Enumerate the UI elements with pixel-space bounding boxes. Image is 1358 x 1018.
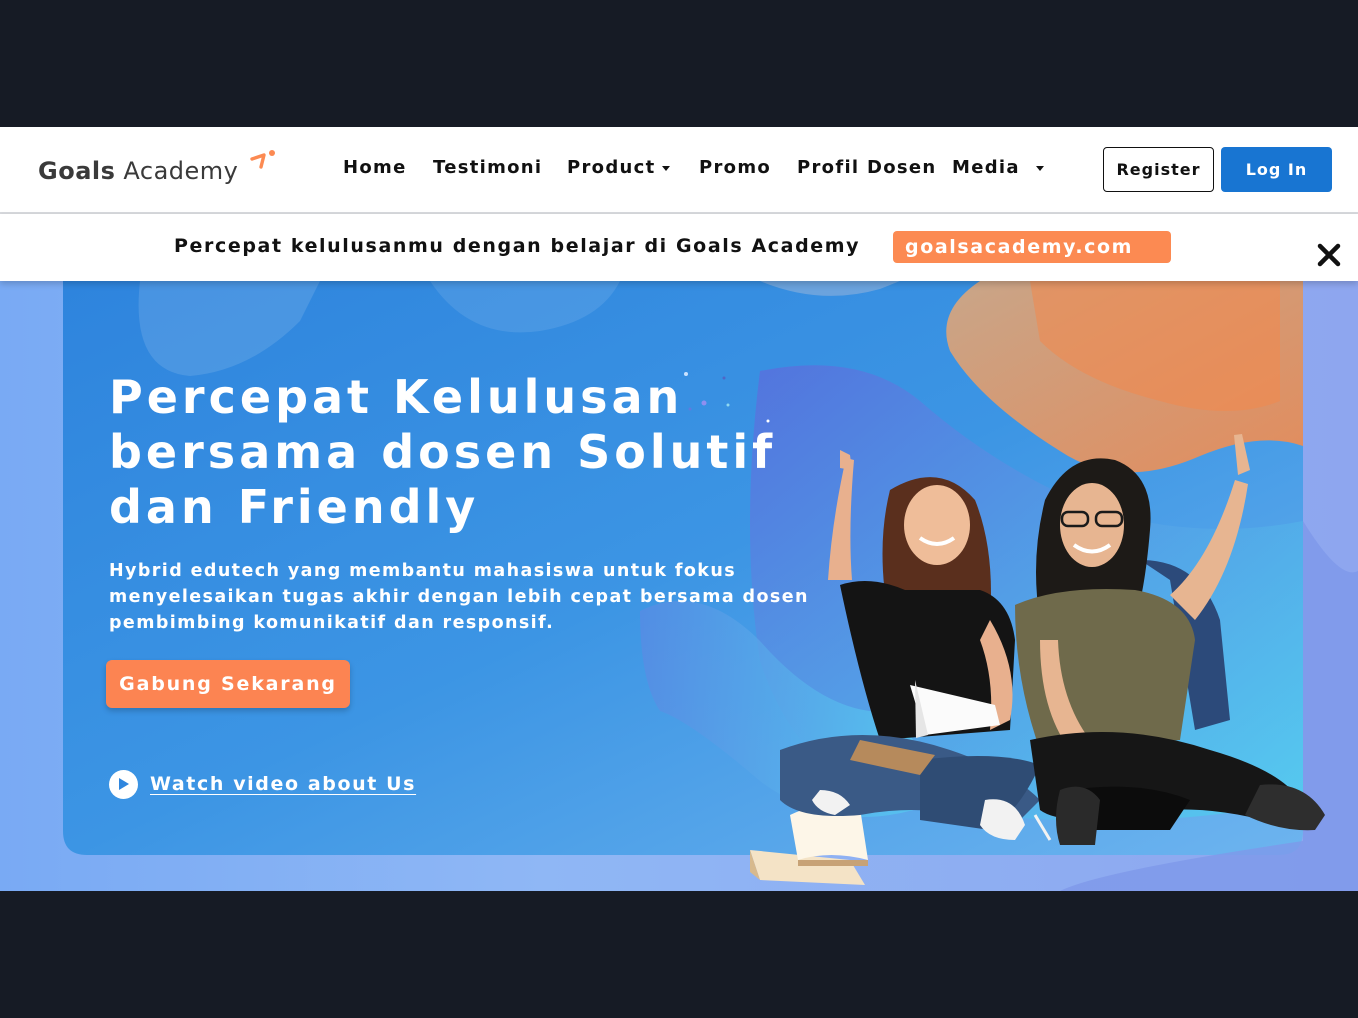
students-illustration (750, 434, 1325, 885)
play-icon (109, 769, 138, 799)
promo-banner: Percepat kelulusanmu dengan belajar di G… (0, 214, 1358, 281)
navbar: Goals Academy Home Testimoni Product Pro… (0, 127, 1358, 214)
hero-title-line: dan Friendly (109, 480, 480, 534)
chevron-down-icon (661, 165, 670, 171)
hero-description: Hybrid edutech yang membantu mahasiswa u… (109, 558, 809, 636)
register-button[interactable]: Register (1103, 147, 1214, 192)
hero-title-line: bersama dosen Solutif (109, 425, 777, 479)
promo-link-button[interactable]: goalsacademy.com (893, 231, 1171, 263)
nav-media-label: Media (952, 157, 1020, 178)
watch-video-label: Watch video about Us (150, 773, 417, 795)
hero-title: Percepat Kelulusan bersama dosen Solutif… (109, 370, 829, 535)
nav-profil-dosen-label: Profil Dosen (797, 157, 937, 178)
nav-home[interactable]: Home (343, 157, 407, 178)
nav-product[interactable]: Product (567, 157, 670, 178)
close-icon[interactable] (1316, 242, 1342, 268)
watch-video-link[interactable]: Watch video about Us (109, 768, 416, 800)
logo-text-academy: Academy (123, 157, 239, 185)
nav-profil-dosen[interactable]: Profil Dosen (797, 157, 937, 178)
login-button[interactable]: Log In (1221, 147, 1332, 192)
book-stack-illustration (750, 805, 868, 885)
nav-promo[interactable]: Promo (699, 157, 771, 178)
logo[interactable]: Goals Academy (38, 149, 275, 193)
nav-promo-label: Promo (699, 157, 772, 178)
hero-description-line: pembimbing komunikatif dan responsif. (109, 613, 555, 633)
hero-description-line: menyelesaikan tugas akhir dengan lebih c… (109, 587, 809, 607)
chevron-down-icon (1035, 165, 1044, 171)
join-now-button[interactable]: Gabung Sekarang (106, 660, 350, 708)
browser-viewport: Goals Academy Home Testimoni Product Pro… (0, 0, 1358, 1018)
logo-text-goals: Goals (38, 157, 116, 185)
male-student-illustration (1015, 434, 1325, 845)
hero-description-line: Hybrid edutech yang membantu mahasiswa u… (109, 561, 737, 581)
nav-testimoni[interactable]: Testimoni (433, 157, 542, 178)
hero-title-line: Percepat Kelulusan (109, 370, 684, 424)
nav-testimoni-label: Testimoni (433, 157, 543, 178)
nav-media[interactable]: Media (952, 157, 1044, 178)
logo-arrow-icon (250, 150, 275, 169)
promo-text: Percepat kelulusanmu dengan belajar di G… (174, 235, 861, 257)
nav-product-label: Product (567, 157, 656, 178)
nav-home-label: Home (343, 157, 407, 178)
